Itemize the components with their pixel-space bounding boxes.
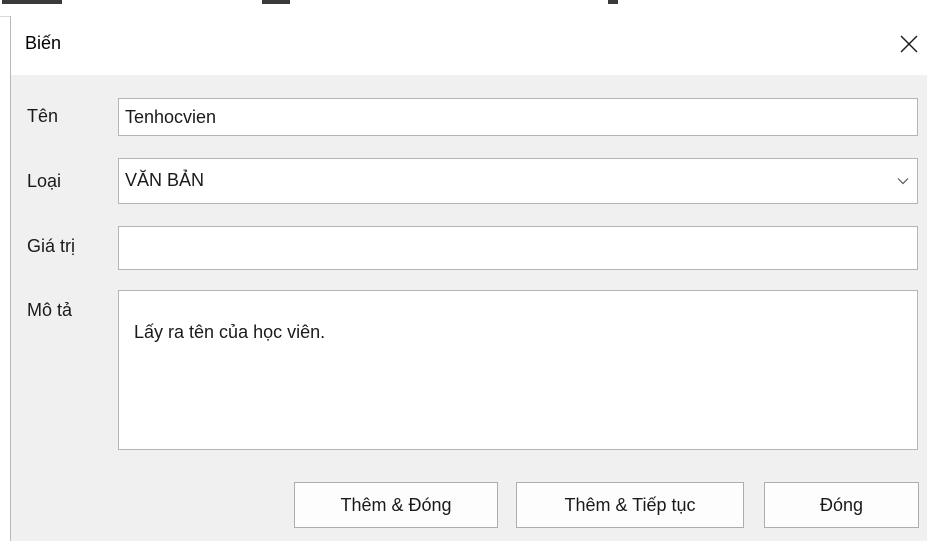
type-select[interactable]: VĂN BẢN bbox=[118, 158, 918, 204]
add-continue-button[interactable]: Thêm & Tiếp tục bbox=[516, 482, 744, 528]
description-label: Mô tả bbox=[27, 300, 73, 320]
name-label: Tên bbox=[27, 106, 59, 126]
close-dialog-button[interactable]: Đóng bbox=[764, 482, 919, 528]
type-label: Loại bbox=[27, 171, 62, 191]
title-bar: Biến bbox=[11, 16, 927, 75]
variable-dialog: Biến Tên Loại VĂN BẢN Giá trị Mô tả Lấy … bbox=[10, 16, 927, 541]
value-label: Giá trị bbox=[27, 236, 76, 256]
type-selected-value: VĂN BẢN bbox=[125, 170, 205, 190]
add-close-button[interactable]: Thêm & Đóng bbox=[294, 482, 498, 528]
close-icon bbox=[900, 35, 918, 53]
name-input[interactable] bbox=[118, 98, 918, 136]
background-fragment bbox=[608, 0, 618, 4]
chevron-down-icon bbox=[897, 178, 909, 185]
dialog-title: Biến bbox=[25, 33, 62, 53]
background-fragment bbox=[262, 0, 290, 4]
description-text: Lấy ra tên của học viên. bbox=[134, 322, 326, 342]
background-fragment bbox=[2, 0, 62, 4]
description-textarea[interactable]: Lấy ra tên của học viên. bbox=[118, 290, 918, 450]
background-window-strip bbox=[0, 0, 927, 17]
close-button[interactable] bbox=[891, 22, 927, 66]
value-input[interactable] bbox=[118, 226, 918, 270]
